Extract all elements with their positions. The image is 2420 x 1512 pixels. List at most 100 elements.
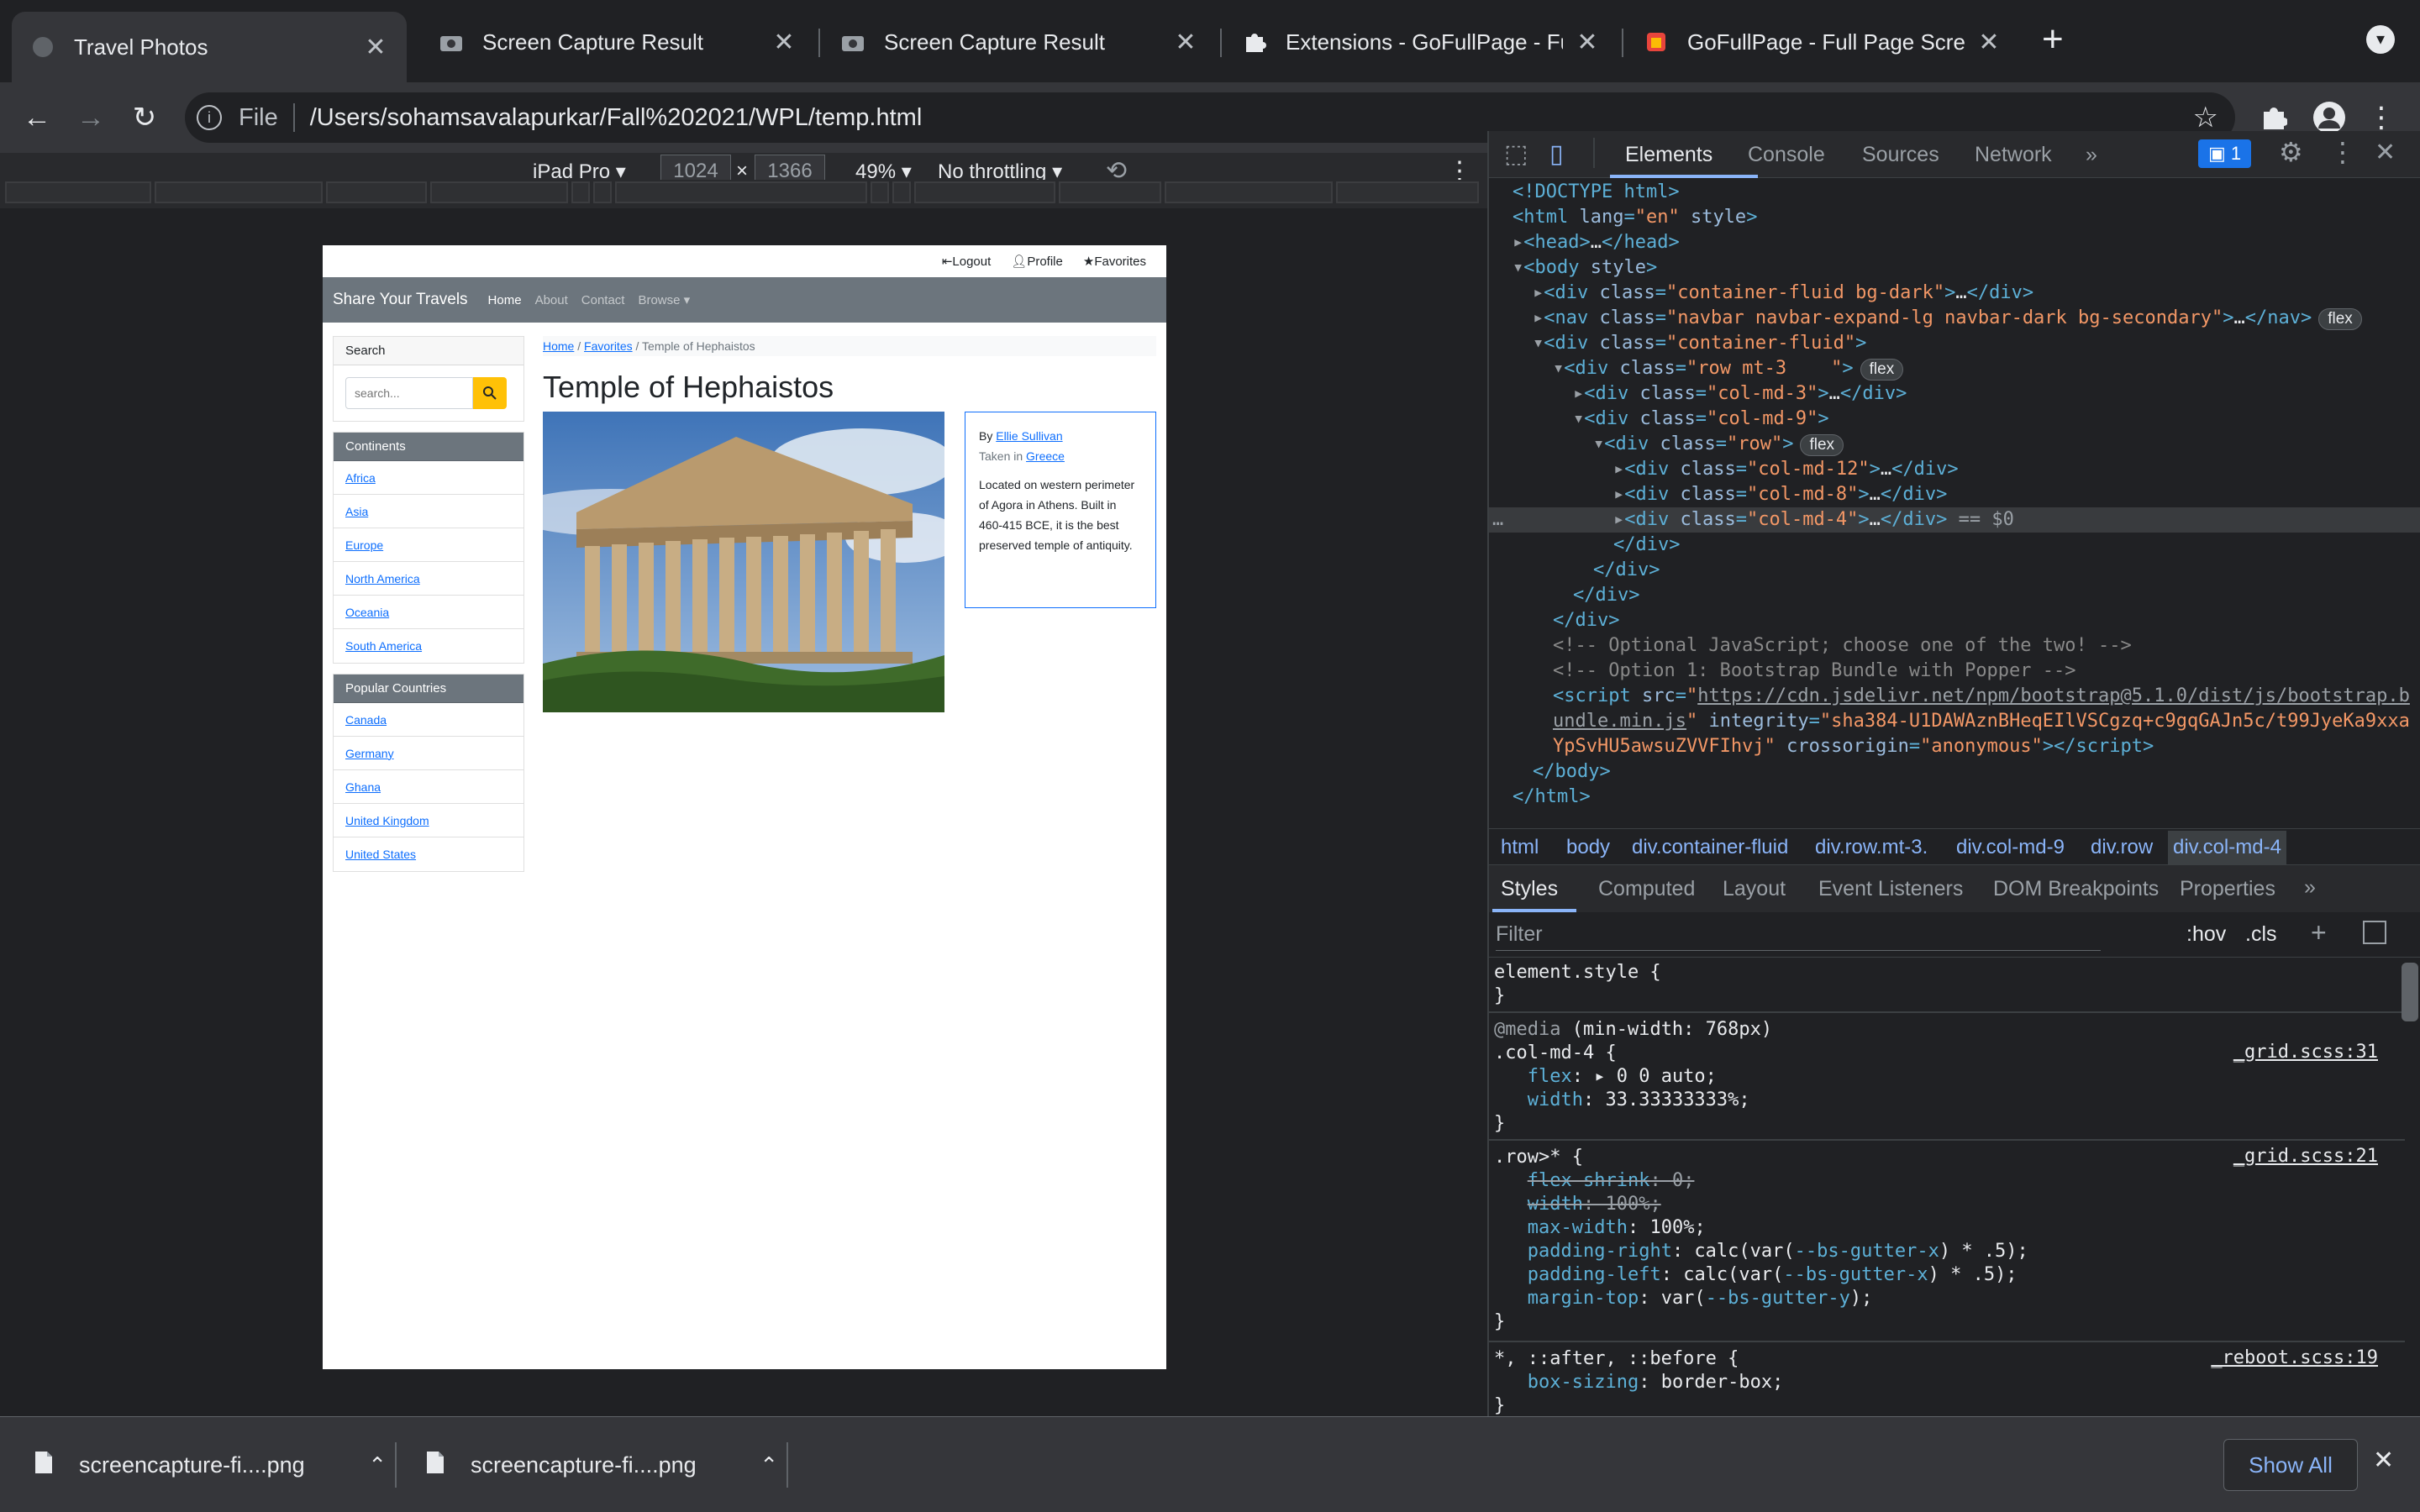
close-icon[interactable]: ✕ — [771, 28, 797, 57]
media-query-segment[interactable] — [326, 181, 427, 203]
device-toggle-icon[interactable]: ▯ — [1549, 139, 1564, 169]
subtab-layout[interactable]: Layout — [1723, 877, 1786, 901]
logout-link[interactable]: ⇤Logout — [942, 254, 991, 269]
settings-gear-icon[interactable]: ⚙ — [2279, 136, 2303, 168]
dom-line[interactable]: </html> — [1512, 785, 1591, 810]
media-query-segment[interactable] — [430, 181, 568, 203]
country-link[interactable]: Germany — [334, 737, 523, 770]
dom-line[interactable]: ▸<div class="col-md-8">…</div> — [1613, 482, 1947, 507]
dom-line[interactable]: </div> — [1553, 608, 1619, 633]
continent-link[interactable]: North America — [334, 562, 523, 596]
subtab-event-listeners[interactable]: Event Listeners — [1818, 877, 1963, 901]
tab-screen-capture-1[interactable]: Screen Capture Result ✕ — [420, 12, 815, 72]
crumb-col-md-4[interactable]: div.col-md-4 — [2168, 831, 2286, 864]
close-download-bar-icon[interactable]: ✕ — [2373, 1446, 2394, 1475]
rule-col-md-4[interactable]: @media (min-width: 768px) .col-md-4 { fl… — [1494, 1018, 1772, 1136]
close-icon[interactable]: ✕ — [363, 33, 388, 62]
media-query-segment[interactable] — [1165, 181, 1333, 203]
issues-badge[interactable]: ▣ 1 — [2198, 139, 2252, 168]
source-link[interactable]: _reboot.scss:19 — [2211, 1347, 2378, 1368]
tab-console[interactable]: Console — [1748, 143, 1825, 167]
favorites-link[interactable]: ★Favorites — [1083, 254, 1146, 269]
dom-line[interactable]: </body> — [1533, 759, 1611, 785]
more-subtabs-icon[interactable]: » — [2304, 875, 2316, 900]
tab-elements[interactable]: Elements — [1625, 143, 1712, 167]
site-brand[interactable]: Share Your Travels — [333, 291, 468, 309]
dom-line[interactable]: <script src="https://cdn.jsdelivr.net/np… — [1553, 684, 2410, 709]
close-devtools-icon[interactable]: ✕ — [2375, 138, 2396, 167]
rule-element-style[interactable]: element.style { } — [1494, 961, 1661, 1008]
close-icon[interactable]: ✕ — [1976, 28, 2002, 57]
dom-line[interactable]: </div> — [1613, 533, 1680, 558]
country-link[interactable]: United Kingdom — [334, 804, 523, 837]
breadcrumb-home[interactable]: Home — [543, 339, 574, 353]
new-tab-icon[interactable]: + — [2042, 18, 2064, 60]
media-query-segment[interactable] — [1336, 181, 1479, 203]
media-query-segment[interactable] — [5, 181, 151, 203]
crumb-col-md-9[interactable]: div.col-md-9 — [1956, 836, 2065, 859]
chevron-up-icon[interactable]: ⌃ — [760, 1452, 778, 1478]
styles-scrollbar[interactable] — [2402, 963, 2418, 1021]
media-query-segment[interactable] — [571, 181, 590, 203]
toggle-sidebar-icon[interactable] — [2363, 921, 2386, 944]
nav-browse[interactable]: Browse ▾ — [638, 292, 690, 307]
subtab-dom-breakpoints[interactable]: DOM Breakpoints — [1993, 877, 2159, 901]
dom-line[interactable]: ▾<body style> — [1512, 255, 1657, 281]
cls-toggle[interactable]: .cls — [2245, 922, 2277, 947]
dom-line[interactable]: <!DOCTYPE html> — [1512, 180, 1680, 205]
dom-line[interactable]: <!-- Option 1: Bootstrap Bundle with Pop… — [1553, 659, 2076, 684]
reload-icon[interactable]: ↻ — [124, 97, 165, 138]
dom-line-selected[interactable]: ▸<div class="col-md-4">…</div> == $0 — [1613, 507, 2014, 533]
continent-link[interactable]: Africa — [334, 461, 523, 495]
subtab-properties[interactable]: Properties — [2180, 877, 2275, 901]
country-link[interactable]: Ghana — [334, 770, 523, 804]
crumb-row[interactable]: div.row — [2091, 836, 2153, 859]
media-query-segment[interactable] — [615, 181, 867, 203]
show-all-button[interactable]: Show All — [2223, 1439, 2358, 1491]
search-button[interactable] — [473, 377, 507, 409]
url-text[interactable]: /Users/sohamsavalapurkar/Fall%202021/WPL… — [310, 104, 923, 132]
tab-screen-capture-2[interactable]: Screen Capture Result ✕ — [822, 12, 1217, 72]
dom-line[interactable]: ▸<div class="container-fluid bg-dark">…<… — [1533, 281, 2033, 306]
continent-link[interactable]: South America — [334, 629, 523, 663]
country-link[interactable]: United States — [334, 837, 523, 871]
download-item[interactable]: screencapture-fi....png ⌃ — [34, 1436, 387, 1494]
dom-line[interactable]: ▸<head>…</head> — [1512, 230, 1680, 255]
media-query-segment[interactable] — [593, 181, 612, 203]
dom-line[interactable]: ▸<nav class="navbar navbar-expand-lg nav… — [1533, 306, 2362, 331]
continent-link[interactable]: Europe — [334, 528, 523, 562]
crumb-body[interactable]: body — [1566, 836, 1610, 859]
crumb-html[interactable]: html — [1501, 836, 1539, 859]
tab-sources[interactable]: Sources — [1862, 143, 1939, 167]
crumb-container-fluid[interactable]: div.container-fluid — [1632, 836, 1788, 859]
close-icon[interactable]: ✕ — [1575, 28, 1600, 57]
dom-line[interactable]: ▾<div class="row mt-3 "> flex — [1553, 356, 1904, 381]
media-query-segment[interactable] — [1059, 181, 1161, 203]
tab-gofullpage[interactable]: GoFullPage - Full Page Screen ✕ — [1625, 12, 2020, 72]
styles-pane[interactable]: element.style { } @media (min-width: 768… — [1489, 959, 2405, 1416]
dom-line[interactable]: ▾<div class="col-md-9"> — [1573, 407, 1829, 432]
media-query-segment[interactable] — [892, 181, 911, 203]
back-icon[interactable]: ← — [17, 97, 57, 138]
tab-travel-photos[interactable]: Travel Photos ✕ — [12, 12, 407, 82]
source-link[interactable]: _grid.scss:21 — [2233, 1146, 2378, 1167]
dom-line[interactable]: <!-- Optional JavaScript; choose one of … — [1553, 633, 2132, 659]
search-input[interactable] — [345, 377, 473, 409]
bookmark-star-icon[interactable]: ☆ — [2193, 101, 2218, 134]
media-query-bar[interactable] — [0, 180, 1487, 208]
nav-home[interactable]: Home — [488, 293, 522, 307]
download-item[interactable]: screencapture-fi....png ⌃ — [425, 1436, 778, 1494]
tab-network[interactable]: Network — [1975, 143, 2052, 167]
dom-line[interactable]: undle.min.js" integrity="sha384-U1DAWAzn… — [1553, 709, 2410, 734]
dom-line[interactable]: ▾<div class="row"> flex — [1593, 432, 1844, 457]
info-icon[interactable]: i — [197, 105, 222, 130]
source-link[interactable]: _grid.scss:31 — [2233, 1042, 2378, 1063]
more-tabs-icon[interactable]: » — [2086, 143, 2097, 167]
continent-link[interactable]: Oceania — [334, 596, 523, 629]
hov-toggle[interactable]: :hov — [2186, 922, 2226, 947]
breadcrumb-favorites[interactable]: Favorites — [584, 339, 633, 353]
crumb-row-mt3[interactable]: div.row.mt-3. — [1815, 836, 1928, 859]
forward-icon[interactable]: → — [71, 97, 111, 138]
rule-row-child[interactable]: .row>* { flex-shrink: 0; width: 100%; ma… — [1494, 1146, 2028, 1334]
dom-line[interactable]: </div> — [1573, 583, 1639, 608]
